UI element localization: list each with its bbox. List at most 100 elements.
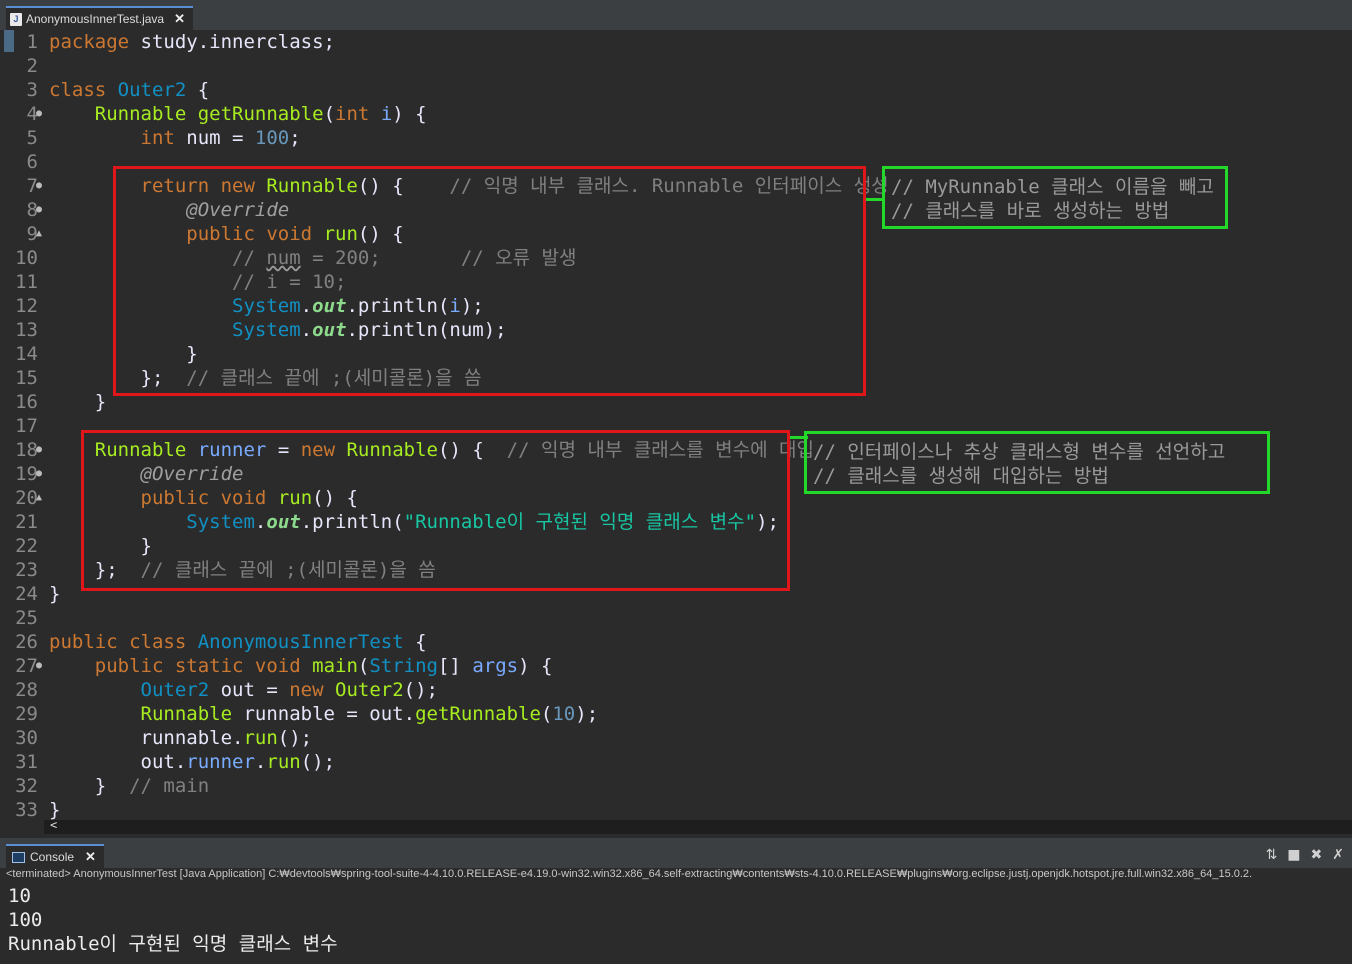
fold-toggle-icon[interactable]: ● — [36, 438, 42, 462]
note-box-1-line-1: // MyRunnable 클래스 이름을 빼고 — [891, 176, 1214, 198]
line-number: 19 — [15, 463, 38, 485]
line-number: 4 — [26, 103, 38, 125]
horizontal-scrollbar[interactable]: < — [44, 818, 1352, 834]
code-token: (); — [300, 751, 336, 773]
line-number: 27 — [15, 655, 38, 677]
close-console-icon[interactable]: ✕ — [85, 849, 96, 865]
code-token: { — [186, 79, 210, 101]
line-code: class Outer2 { — [49, 78, 209, 102]
line-number: 9 — [26, 223, 38, 245]
line-number: 22 — [15, 535, 38, 557]
code-token: getRunnable — [415, 703, 541, 725]
line-code: } — [49, 582, 60, 606]
line-number: 7 — [26, 175, 38, 197]
code-token: runner — [186, 751, 255, 773]
line-number: 25 — [15, 607, 38, 629]
ruler-marker — [4, 30, 14, 52]
line-number: 24 — [15, 583, 38, 605]
override-marker-icon[interactable]: ▲ — [36, 486, 42, 510]
code-token: package — [49, 31, 130, 53]
terminate-icon[interactable]: ■ — [1287, 847, 1300, 863]
code-token: } — [49, 391, 107, 413]
code-token: num = — [174, 127, 255, 149]
code-token: Outer2 — [335, 679, 404, 701]
remove-launch-icon[interactable]: ✖ — [1311, 847, 1323, 863]
line-number: 5 — [26, 127, 38, 149]
code-token: } — [49, 775, 130, 797]
line-code: runnable.run(); — [49, 726, 313, 750]
code-token: ) { — [392, 103, 427, 125]
code-token: ; — [289, 127, 301, 149]
console-output-line-1: 10 — [8, 885, 31, 907]
console-icon — [12, 851, 25, 863]
line-number: 12 — [15, 295, 38, 317]
code-token: ( — [323, 103, 336, 125]
note-box-2-line-2: // 클래스를 생성해 대입하는 방법 — [813, 465, 1109, 487]
code-token: args — [472, 655, 519, 677]
close-tab-icon[interactable]: ✕ — [174, 11, 185, 27]
scroll-left-icon[interactable]: < — [50, 818, 57, 832]
console-tab[interactable]: Console ✕ — [6, 844, 104, 868]
override-marker-icon[interactable]: ▲ — [36, 222, 42, 246]
code-token: ); — [575, 703, 599, 725]
line-code: Outer2 out = new Outer2(); — [49, 678, 438, 702]
line-number: 6 — [26, 151, 38, 173]
remove-all-icon[interactable]: ✗ — [1332, 847, 1344, 863]
console-output-line-3: Runnable이 구현된 익명 클래스 변수 — [8, 933, 338, 955]
line-number: 33 — [15, 799, 38, 821]
code-token: int — [335, 103, 370, 125]
line-number: 1 — [26, 31, 38, 53]
console-output-line-2: 100 — [8, 909, 43, 931]
line-number: 2 — [26, 55, 38, 77]
code-token: run — [243, 727, 278, 749]
line-number: 31 — [15, 751, 38, 773]
line-code: public static void main(String[] args) { — [49, 654, 553, 678]
line-number: 3 — [26, 79, 38, 101]
code-token: // main — [129, 775, 210, 797]
code-token: (); — [277, 727, 313, 749]
code-editor[interactable]: 1 package study.innerclass; 2 3 class Outer2… — [0, 30, 1352, 834]
code-token: public static void — [94, 655, 301, 677]
line-code: Runnable getRunnable(int i) { — [49, 102, 427, 126]
code-token: out = — [209, 679, 290, 701]
editor-tab[interactable]: J AnonymousInnerTest.java ✕ — [6, 6, 193, 30]
line-number: 28 — [15, 679, 38, 701]
code-token: ) { — [518, 655, 553, 677]
code-token: Outer2 — [117, 79, 187, 101]
note-box-2-line-1: // 인터페이스나 추상 클래스형 변수를 선언하고 — [813, 441, 1226, 463]
code-token: runnable. — [49, 727, 244, 749]
code-token: public class — [49, 631, 187, 653]
code-token: runnable = out. — [232, 703, 416, 725]
fold-toggle-icon[interactable]: ● — [36, 654, 42, 678]
pin-icon[interactable]: ⇅ — [1266, 847, 1278, 863]
highlight-box-anonymous-variable — [81, 430, 790, 591]
code-token: new — [289, 679, 324, 701]
code-token: study.innerclass; — [129, 31, 335, 53]
line-code: public class AnonymousInnerTest { — [49, 630, 427, 654]
line-number: 11 — [15, 271, 38, 293]
code-token: Runnable — [140, 703, 233, 725]
line-number: 30 — [15, 727, 38, 749]
code-token: Outer2 — [140, 679, 210, 701]
code-token: Runnable — [94, 103, 187, 125]
line-code: } // main — [49, 774, 209, 798]
fold-toggle-icon[interactable]: ● — [36, 174, 42, 198]
fold-toggle-icon[interactable]: ● — [36, 198, 42, 222]
fold-toggle-icon[interactable]: ● — [36, 462, 42, 486]
code-token: ( — [540, 703, 553, 725]
note-box-1-line-2: // 클래스를 바로 생성하는 방법 — [891, 200, 1170, 222]
java-file-icon: J — [10, 12, 22, 26]
code-token: String — [369, 655, 438, 677]
fold-toggle-icon[interactable]: ● — [36, 102, 42, 126]
console-tab-bar: Console ✕ ⇅ ■ ✖ ✗ — [0, 838, 1352, 868]
line-number: 26 — [15, 631, 38, 653]
line-number: 29 — [15, 703, 38, 725]
code-token: 10 — [552, 703, 576, 725]
